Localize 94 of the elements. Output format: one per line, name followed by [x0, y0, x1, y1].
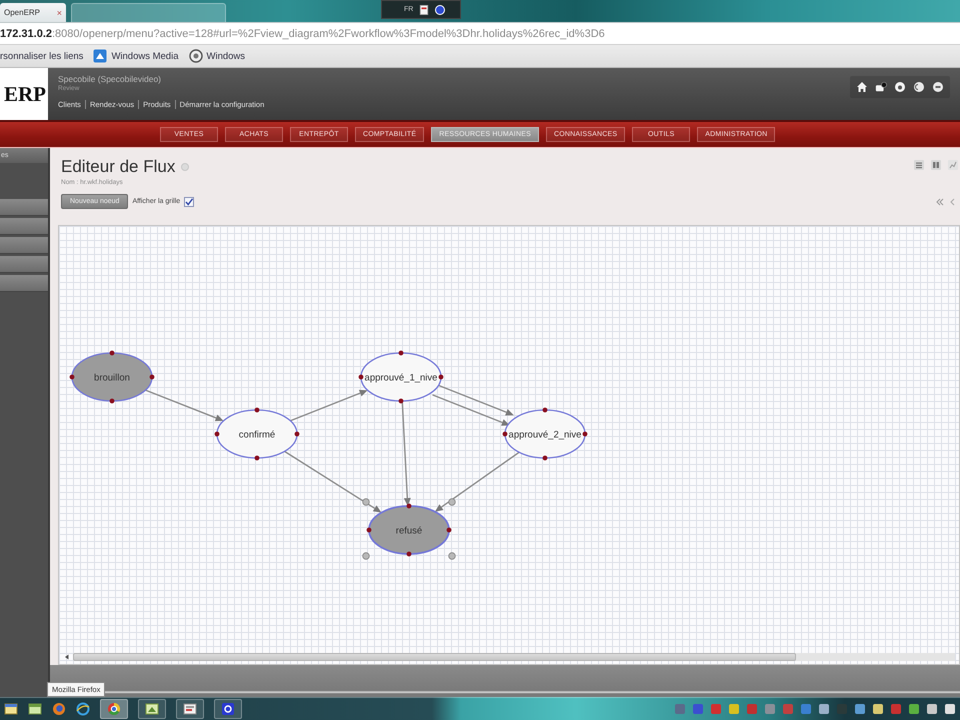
tray-tile-icon[interactable] [746, 702, 758, 714]
company-name: Specobile (Specobilevideo) [58, 74, 162, 84]
disc-icon[interactable] [894, 81, 906, 93]
color-wheel-icon [107, 702, 121, 716]
tray-tile-icon[interactable] [818, 702, 830, 714]
resize-handle-icon[interactable] [362, 552, 370, 560]
resize-handle-icon[interactable] [448, 552, 456, 560]
anchor-dot-icon[interactable] [150, 374, 154, 380]
window-icon [183, 702, 197, 716]
anchor-dot-icon[interactable] [254, 408, 260, 412]
disc-icon[interactable] [932, 81, 944, 93]
anchor-dot-icon[interactable] [446, 528, 452, 532]
disc-icon[interactable] [913, 81, 925, 93]
anchor-dot-icon[interactable] [542, 456, 548, 460]
state-node[interactable]: approuvé_1_nive [358, 350, 444, 404]
transition-arrow[interactable] [284, 450, 382, 513]
grid-checkbox[interactable] [184, 196, 194, 206]
tray-tile-icon[interactable] [872, 702, 884, 714]
anchor-dot-icon[interactable] [406, 552, 412, 556]
anchor-dot-icon[interactable] [398, 398, 404, 404]
form-view-icon[interactable] [931, 160, 941, 170]
list-view-icon[interactable] [914, 160, 924, 170]
tray-tile-icon[interactable] [854, 702, 866, 714]
document-icon[interactable] [419, 4, 430, 14]
taskbar-button[interactable] [100, 698, 128, 718]
tray-tile-icon[interactable] [728, 702, 740, 714]
node-label: approuvé_2_nive [508, 430, 582, 440]
sidebar-item[interactable] [0, 199, 48, 216]
scrollbar-thumb[interactable] [73, 653, 796, 661]
anchor-dot-icon[interactable] [214, 432, 220, 436]
transition-arrow[interactable] [145, 390, 224, 422]
transition-arrow[interactable] [434, 452, 520, 512]
taskbar-button[interactable] [176, 698, 204, 718]
bookmark-link[interactable]: rsonnaliser les liens [0, 50, 84, 62]
transition-arrow[interactable] [290, 390, 368, 422]
anchor-dot-icon[interactable] [502, 432, 508, 436]
ring-icon [221, 702, 235, 716]
transition-arrow[interactable] [432, 394, 510, 426]
node-label: confirmé [238, 430, 276, 440]
taskbar-button[interactable] [214, 698, 242, 718]
anchor-dot-icon[interactable] [70, 374, 74, 380]
tray-tile-icon[interactable] [674, 702, 686, 714]
tray-tile-icon[interactable] [710, 702, 722, 714]
tray-tile-icon[interactable] [782, 702, 794, 714]
bookmark-link[interactable]: Windows Media [93, 49, 178, 63]
tray-tile-icon[interactable] [944, 702, 956, 714]
state-node[interactable]: brouillon [70, 350, 154, 404]
scrollbar-track[interactable] [73, 653, 955, 661]
anchor-dot-icon[interactable] [542, 408, 548, 412]
picture-icon [145, 702, 159, 716]
tray-tile-icon[interactable] [764, 702, 776, 714]
node-label: brouillon [94, 372, 130, 384]
tray-tile-icon[interactable] [890, 702, 902, 714]
anchor-dot-icon[interactable] [358, 374, 364, 380]
ring-icon[interactable] [76, 702, 90, 716]
node-label: refusé [396, 526, 422, 536]
tray-tile-icon[interactable] [908, 702, 920, 714]
page-title: Editeur de Flux [61, 157, 176, 177]
tray-tile-icon[interactable] [692, 702, 704, 714]
target-icon [188, 49, 202, 63]
anchor-dot-icon[interactable] [254, 456, 260, 460]
resize-handle-icon[interactable] [448, 498, 456, 506]
transition-arrow[interactable] [402, 400, 411, 506]
state-node[interactable]: confirmé [214, 408, 300, 460]
anchor-dot-icon[interactable] [110, 398, 114, 404]
anchor-dot-icon[interactable] [366, 528, 372, 532]
home-icon[interactable] [856, 81, 868, 93]
anchor-dot-icon[interactable] [406, 504, 412, 508]
scroll-left-icon[interactable] [63, 653, 71, 661]
disc-icon[interactable] [435, 4, 446, 14]
resize-handle-icon[interactable] [362, 498, 370, 506]
ring-icon[interactable] [52, 702, 66, 716]
bookmark-link[interactable]: Windows [188, 49, 246, 63]
taskbar-button[interactable] [138, 698, 166, 718]
logo: ERP [4, 84, 46, 104]
state-node[interactable]: approuvé_2_nive [502, 408, 588, 460]
tray-tile-icon[interactable] [800, 702, 812, 714]
sidebar-item[interactable] [0, 275, 48, 292]
anchor-dot-icon[interactable] [398, 350, 404, 356]
window-icon[interactable] [28, 702, 42, 716]
window-icon[interactable] [4, 702, 18, 716]
media-icon [93, 49, 108, 63]
sidebar-item[interactable] [0, 218, 48, 235]
dot-icon[interactable] [181, 163, 190, 171]
node-label: approuvé_1_nive [364, 372, 438, 384]
browser-tab[interactable]: OpenERP × [0, 3, 66, 22]
anchor-dot-icon[interactable] [582, 432, 588, 436]
sidebar-item[interactable] [0, 237, 48, 254]
sidebar-item[interactable] [0, 256, 48, 273]
anchor-dot-icon[interactable] [110, 350, 114, 356]
anchor-dot-icon[interactable] [294, 432, 300, 436]
tray-tile-icon[interactable] [926, 702, 938, 714]
anchor-dot-icon[interactable] [438, 374, 444, 380]
chat-icon[interactable] [875, 81, 887, 93]
